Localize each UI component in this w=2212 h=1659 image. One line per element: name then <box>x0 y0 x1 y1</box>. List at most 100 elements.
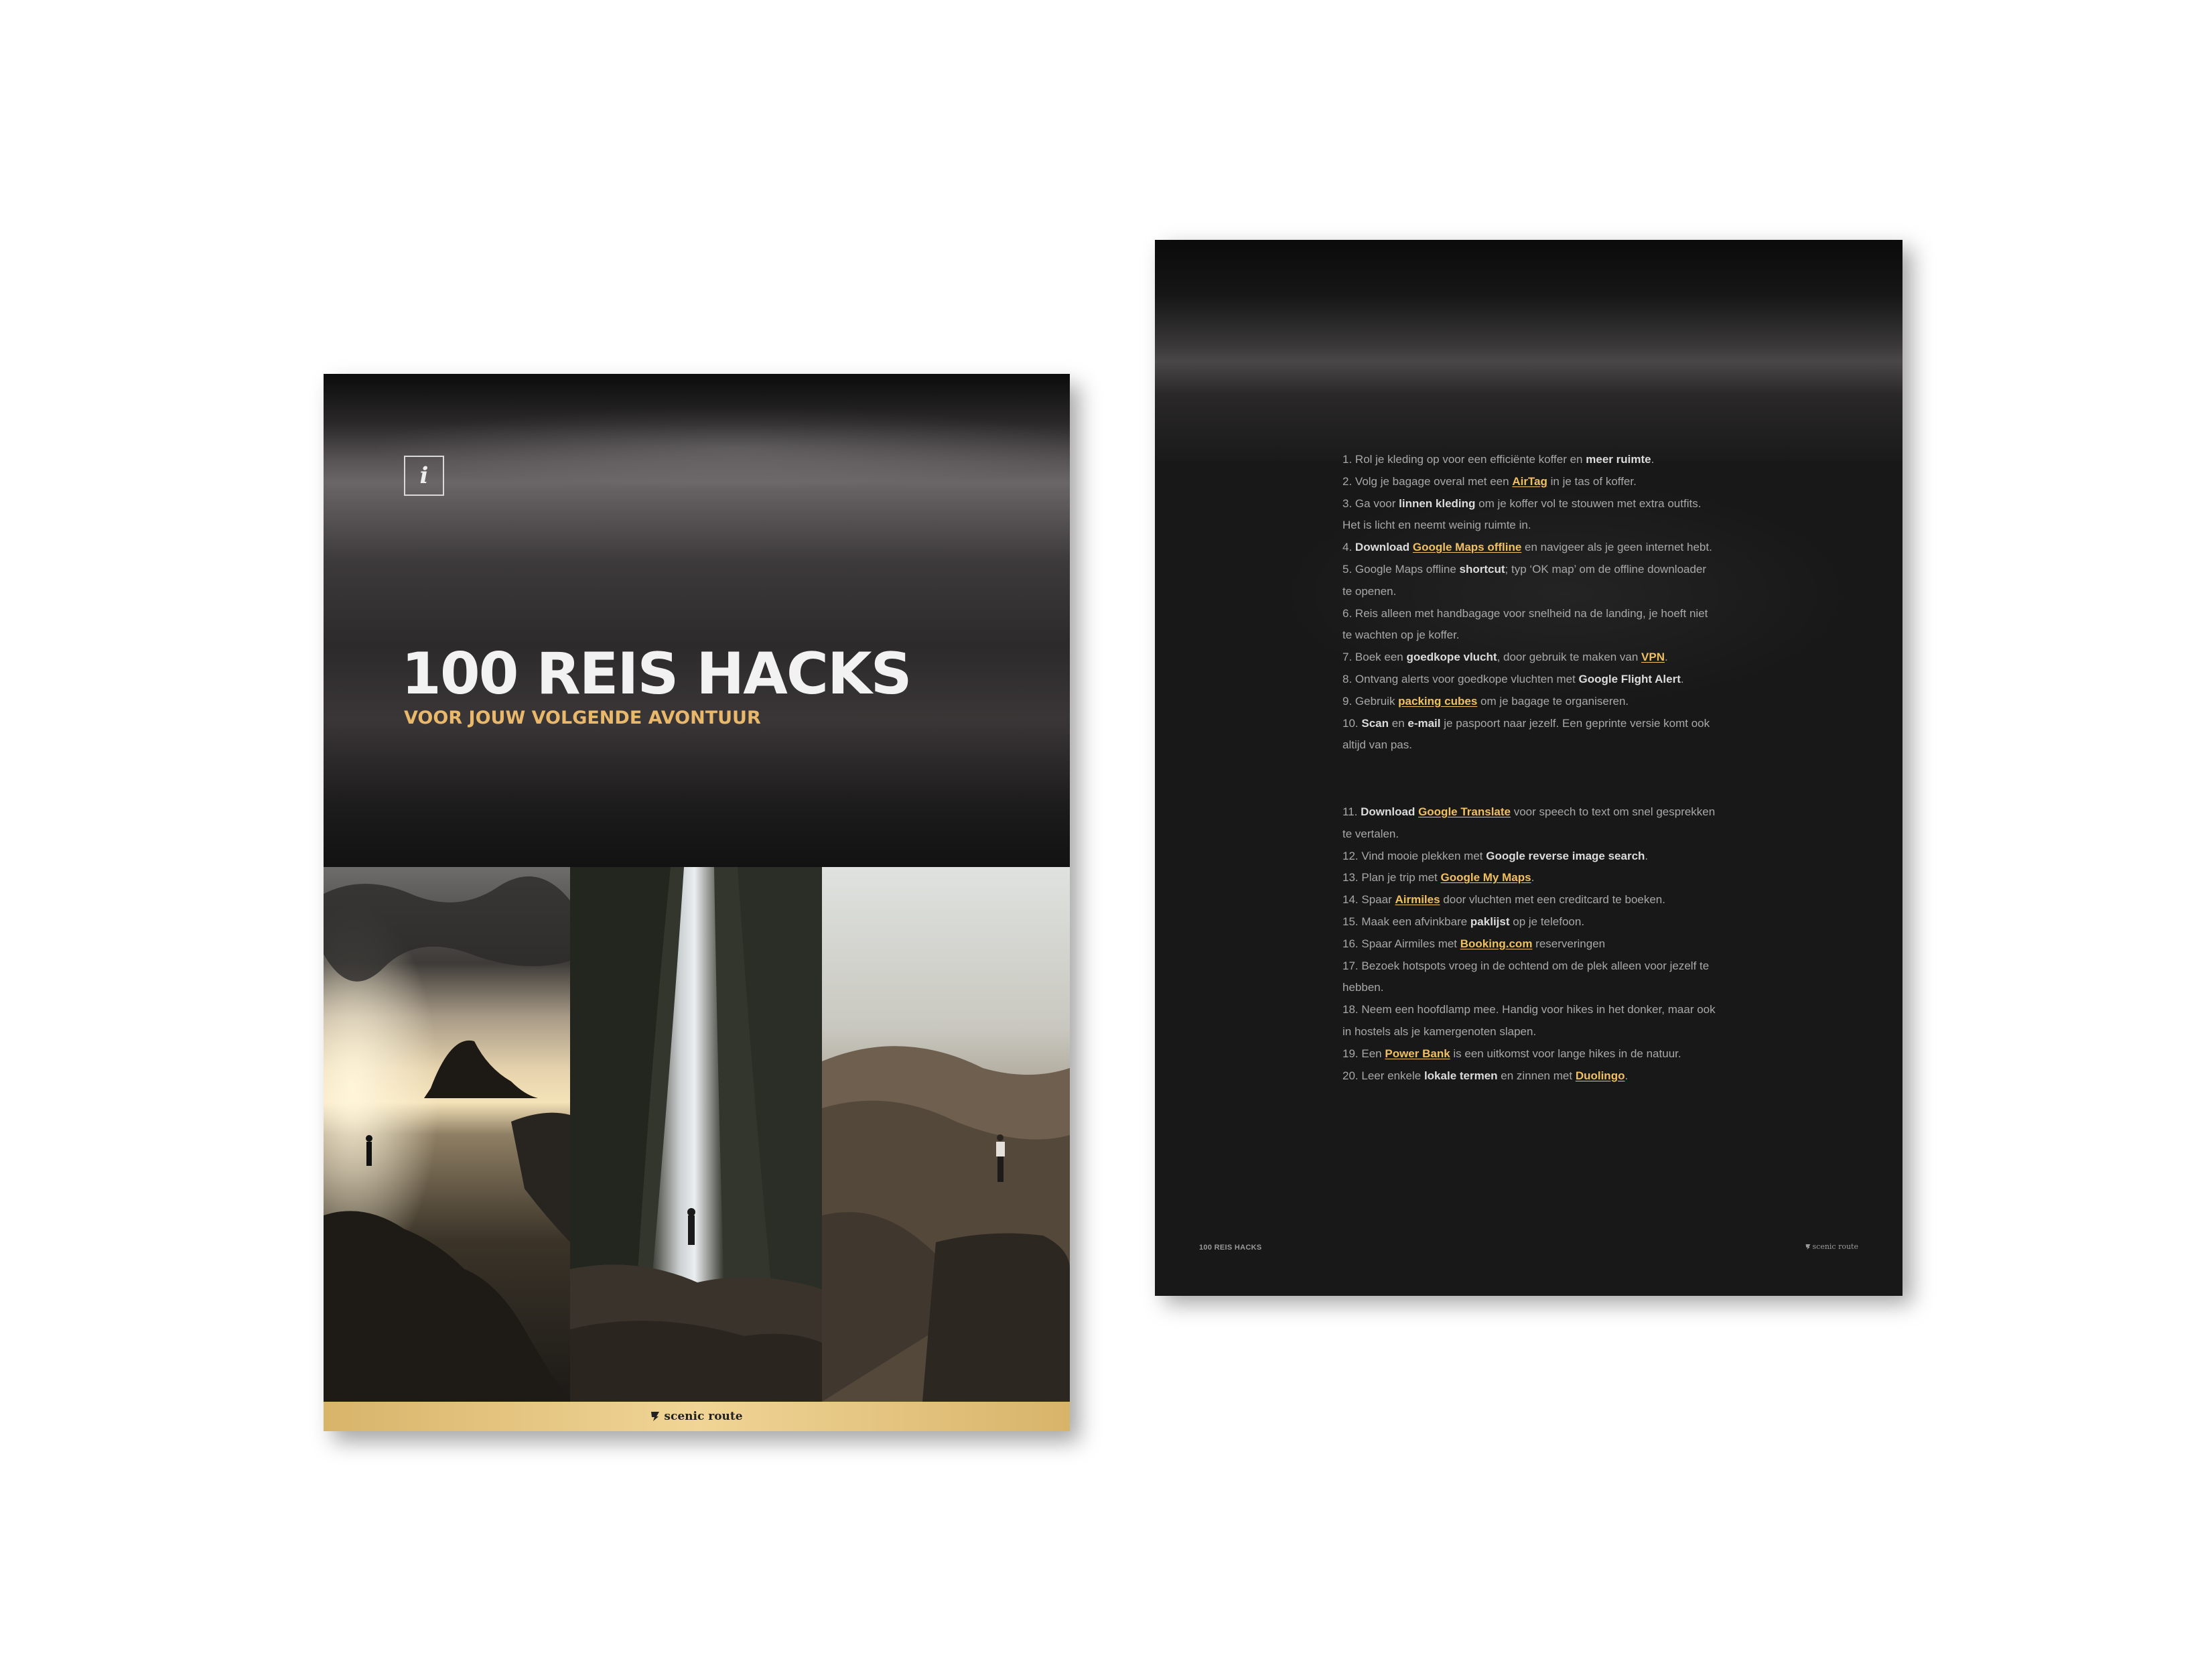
info-icon: i <box>404 456 444 496</box>
hack-highlight-link[interactable]: Google My Maps <box>1440 871 1531 884</box>
hack-item: 18. Neem een hoofdlamp mee. Handig voor … <box>1342 999 1718 1043</box>
hack-text: Neem een hoofdlamp mee. Handig voor hike… <box>1342 1003 1716 1038</box>
brand-logo: scenic route <box>650 1410 743 1423</box>
book-cover: i 100 REIS HACKS VOOR JOUW VOLGENDE AVON… <box>324 374 1070 1431</box>
cover-sheen <box>324 374 1070 867</box>
hack-text: Bezoek hotspots vroeg in de ochtend om d… <box>1342 959 1710 994</box>
hack-number: 11. <box>1342 805 1358 818</box>
hacks-list-1-10: 1. Rol je kleding op voor een efficiënte… <box>1342 449 1718 756</box>
hack-highlight-link[interactable]: Google Translate <box>1418 805 1511 818</box>
hack-text: is een uitkomst voor lange hikes in de n… <box>1450 1047 1681 1060</box>
hack-number: 16. <box>1342 937 1359 950</box>
hack-number: 14. <box>1342 893 1359 907</box>
hack-number: 1. <box>1342 453 1353 466</box>
hack-highlight-link[interactable]: Power Bank <box>1385 1047 1450 1060</box>
hack-item: 13. Plan je trip met Google My Maps. <box>1342 867 1718 889</box>
hack-highlight-link[interactable]: Airmiles <box>1395 893 1440 906</box>
hack-item: 1. Rol je kleding op voor een efficiënte… <box>1342 449 1718 471</box>
hack-item: 12. Vind mooie plekken met Google revers… <box>1342 846 1718 868</box>
hack-text: reserveringen <box>1532 937 1606 950</box>
cover-title: 100 REIS HACKS <box>401 641 912 708</box>
hack-item: 14. Spaar Airmiles door vluchten met een… <box>1342 889 1718 911</box>
hack-text: en <box>1389 716 1408 730</box>
hack-text: Plan je trip met <box>1361 871 1441 884</box>
hack-item: 15. Maak een afvinkbare paklijst op je t… <box>1342 911 1718 933</box>
hack-number: 7. <box>1342 651 1353 664</box>
book-page: 1. Rol je kleding op voor een efficiënte… <box>1155 240 1903 1296</box>
hacks-list-11-20: 11. Download Google Translate voor speec… <box>1342 801 1718 1087</box>
hack-text: Ga voor <box>1355 496 1399 510</box>
page-footer-title: 100 REIS HACKS <box>1199 1244 1262 1252</box>
photo-sunset-coast <box>324 867 570 1402</box>
hack-highlight-link[interactable]: VPN <box>1641 651 1665 663</box>
hack-bold-text: e-mail <box>1407 716 1441 730</box>
scenic-route-icon <box>1805 1244 1810 1250</box>
hack-number: 20. <box>1342 1069 1359 1082</box>
hack-highlight-link[interactable]: Booking.com <box>1460 937 1533 950</box>
cover-photo-strip <box>324 867 1070 1402</box>
hack-bold-text: linnen kleding <box>1399 496 1476 510</box>
hack-text: om je bagage te organiseren. <box>1477 694 1629 708</box>
hack-item: 4. Download Google Maps offline en navig… <box>1342 537 1718 559</box>
hack-number: 8. <box>1342 672 1353 685</box>
hack-text: Gebruik <box>1355 694 1399 708</box>
hack-bold-text: shortcut <box>1459 562 1505 576</box>
hack-number: 2. <box>1342 474 1353 488</box>
hack-bold-text: Scan <box>1361 716 1389 730</box>
hack-text: Maak een afvinkbare <box>1361 915 1470 928</box>
hack-text: Een <box>1361 1047 1385 1060</box>
hack-number: 17. <box>1342 959 1359 972</box>
hack-text: Vind mooie plekken met <box>1361 849 1487 862</box>
hack-number: 18. <box>1342 1003 1359 1016</box>
hack-text: Spaar <box>1361 893 1395 907</box>
hack-item: 5. Google Maps offline shortcut; typ ‘OK… <box>1342 559 1718 603</box>
hack-text: Volg je bagage overal met een <box>1355 474 1513 488</box>
hack-text: Google Maps offline <box>1355 562 1460 576</box>
hack-bold-text: paklijst <box>1470 915 1510 928</box>
cover-subtitle: VOOR JOUW VOLGENDE AVONTUUR <box>404 708 761 728</box>
hack-item: 16. Spaar Airmiles met Booking.com reser… <box>1342 933 1718 955</box>
hack-bold-text: goedkope vlucht <box>1406 651 1497 664</box>
hack-item: 11. Download Google Translate voor speec… <box>1342 801 1718 846</box>
hack-text: . <box>1625 1069 1629 1082</box>
hack-item: 6. Reis alleen met handbagage voor snelh… <box>1342 603 1718 647</box>
hack-item: 17. Bezoek hotspots vroeg in de ochtend … <box>1342 955 1718 1000</box>
hack-item: 19. Een Power Bank is een uitkomst voor … <box>1342 1043 1718 1065</box>
hack-text: Boek een <box>1355 651 1407 664</box>
hack-text: Ontvang alerts voor goedkope vluchten me… <box>1355 672 1579 685</box>
hack-item: 10. Scan en e-mail je paspoort naar jeze… <box>1342 713 1718 757</box>
hack-text: en navigeer als je geen internet hebt. <box>1521 541 1712 554</box>
photo-waterfall <box>570 867 822 1402</box>
hack-number: 10. <box>1342 716 1359 730</box>
hack-bold-text: Download <box>1361 805 1415 818</box>
hack-item: 3. Ga voor linnen kleding om je koffer v… <box>1342 493 1718 537</box>
hack-text: , door gebruik te maken van <box>1497 651 1642 664</box>
hack-text: en zinnen met <box>1497 1069 1576 1082</box>
hack-text: Spaar Airmiles met <box>1361 937 1460 950</box>
hack-text: Leer enkele <box>1361 1069 1424 1082</box>
hack-number: 13. <box>1342 871 1359 884</box>
hack-text: . <box>1651 453 1655 466</box>
hack-item: 9. Gebruik packing cubes om je bagage te… <box>1342 691 1718 713</box>
cover-header: i 100 REIS HACKS VOOR JOUW VOLGENDE AVON… <box>324 374 1070 867</box>
hack-highlight-link[interactable]: packing cubes <box>1398 695 1477 708</box>
hack-highlight-link[interactable]: Google Maps offline <box>1413 541 1521 553</box>
hack-bold-text: Google reverse image search <box>1486 849 1645 862</box>
hack-highlight-link[interactable]: Duolingo <box>1576 1069 1625 1082</box>
hack-text: Reis alleen met handbagage voor snelheid… <box>1342 606 1708 642</box>
page-footer-brand: scenic route <box>1805 1242 1858 1251</box>
hack-text: in je tas of koffer. <box>1547 474 1637 488</box>
hack-bold-text: meer ruimte <box>1586 453 1651 466</box>
hack-bold-text: Download <box>1355 541 1410 554</box>
hack-number: 15. <box>1342 915 1359 928</box>
hack-number: 12. <box>1342 849 1359 862</box>
page-footer-brand-text: scenic route <box>1812 1242 1858 1251</box>
hack-bold-text: lokale termen <box>1424 1069 1498 1082</box>
cover-footer-bar: scenic route <box>324 1402 1070 1431</box>
hack-text: op je telefoon. <box>1509 915 1585 928</box>
hack-text: . <box>1665 651 1668 664</box>
hack-text: . <box>1680 672 1684 685</box>
hack-number: 5. <box>1342 562 1353 576</box>
scenic-route-icon <box>651 1412 660 1421</box>
hack-highlight-link[interactable]: AirTag <box>1512 475 1547 488</box>
